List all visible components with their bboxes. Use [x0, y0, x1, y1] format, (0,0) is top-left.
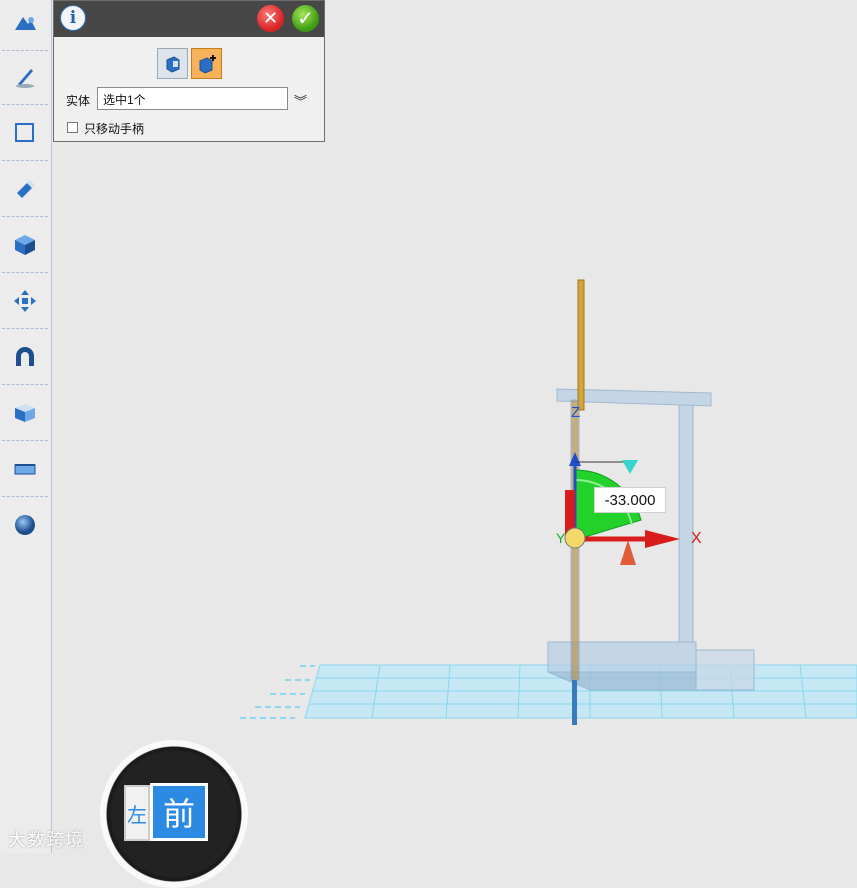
expand-chevron-icon[interactable]: ︾ — [294, 91, 307, 110]
view-cube-left-face[interactable]: 左 — [124, 785, 150, 841]
handle-only-checkbox[interactable] — [67, 122, 78, 133]
close-icon: ✕ — [262, 8, 279, 28]
axis-z-label: Z — [571, 404, 581, 421]
sketch-pen-icon — [16, 69, 34, 88]
measure-icon — [14, 464, 36, 475]
entity-field[interactable]: 选中1个 — [97, 87, 288, 110]
left-toolbar — [0, 0, 52, 853]
copy-mode-button[interactable] — [191, 48, 222, 79]
solid-tool-button[interactable] — [2, 218, 48, 273]
solid-cube-icon — [15, 235, 35, 255]
measure-tool-button[interactable] — [2, 442, 48, 497]
handle-only-label: 只移动手柄 — [84, 122, 145, 136]
edit-tool-button[interactable] — [2, 162, 48, 217]
magnet-icon — [16, 347, 34, 366]
cube-face-icon — [15, 404, 35, 422]
move-mode-button[interactable] — [157, 48, 188, 79]
entity-label: 实体 — [66, 94, 91, 108]
move-tool-button[interactable] — [2, 274, 48, 329]
cancel-button[interactable]: ✕ — [257, 5, 284, 32]
sketch-tool-button[interactable] — [2, 50, 48, 105]
axis-x-label: X — [691, 530, 702, 547]
shapes-tool-button[interactable] — [2, 0, 48, 51]
rotation-value-label[interactable]: -33.000 — [594, 487, 666, 513]
check-icon: ✓ — [297, 8, 314, 30]
sphere-tool-button[interactable] — [2, 498, 48, 552]
axis-y-label: Y — [556, 530, 566, 546]
eraser-edit-icon — [17, 180, 35, 198]
move-arrows-icon — [14, 290, 36, 312]
shapes-icon — [15, 17, 36, 30]
move-command-panel: i ✕ ✓ 实体 选中1个 ︾ 只移动手柄 — [53, 0, 325, 142]
magnet-tool-button[interactable] — [2, 330, 48, 385]
ground-grid — [240, 664, 857, 719]
move-entity-icon — [166, 55, 179, 73]
sketch-plane-icon — [15, 123, 34, 142]
face-tool-button[interactable] — [2, 386, 48, 441]
sketch-plane-button[interactable] — [2, 106, 48, 161]
info-icon[interactable]: i — [60, 5, 86, 31]
watermark: 大数跨境 — [8, 830, 84, 850]
view-cube-front-face[interactable]: 前 — [150, 783, 208, 841]
copy-entity-icon — [199, 54, 216, 74]
sphere-icon — [15, 515, 35, 535]
confirm-button[interactable]: ✓ — [292, 5, 319, 32]
panel-header: i ✕ ✓ — [54, 1, 324, 37]
